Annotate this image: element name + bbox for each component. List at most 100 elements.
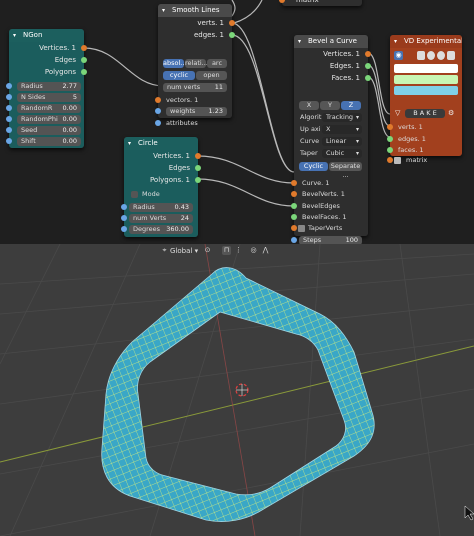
socket-attributes-in[interactable] [155, 120, 161, 126]
ngon-radius-field[interactable]: Radius 2.77 [17, 82, 81, 91]
proportional-editing-icon[interactable]: ◎ [249, 246, 258, 255]
falloff-icon[interactable]: ⋀ [261, 246, 270, 255]
socket-output[interactable] [365, 63, 371, 69]
socket-input[interactable] [6, 83, 12, 89]
weights-field[interactable]: weights 1.23 [166, 107, 227, 116]
socket-steps-in[interactable] [291, 237, 297, 243]
separate-button[interactable]: Separate ... [329, 162, 362, 179]
node-title: VD Experimental [404, 37, 462, 45]
mode-checkbox[interactable] [131, 191, 138, 198]
socket-edges-in[interactable] [387, 136, 393, 142]
open-button[interactable]: open [196, 71, 227, 80]
mode-relative-button[interactable]: relati... [185, 59, 208, 68]
num-verts-field[interactable]: num verts 11 [163, 83, 227, 92]
ngon-randomr-field[interactable]: RandomR 0.00 [17, 104, 81, 113]
curve-dropdown[interactable]: Linear ▾ [322, 137, 362, 146]
socket-verts-in[interactable] [387, 124, 393, 130]
smooth-lines-node[interactable]: ▾ Smooth Lines verts. 1 edges. 1 absol...… [155, 4, 235, 127]
bake-settings-icon[interactable]: ⚙ [448, 109, 457, 118]
circle-header[interactable]: ▾ Circle [124, 137, 198, 150]
node-editor[interactable]: matrix ▾ NGon Vertices. 1 Edges Polygons … [0, 0, 474, 244]
socket-output[interactable] [195, 153, 201, 159]
socket-output[interactable] [81, 57, 87, 63]
collapse-chevron-icon[interactable]: ▾ [394, 35, 397, 48]
snap-settings-icon[interactable]: ⋮ [234, 246, 243, 255]
pivot-point-icon[interactable]: ⊙ [203, 246, 212, 255]
ngon-randomphi-field[interactable]: RandomPhi 0.00 [17, 115, 81, 124]
circle-degrees-field[interactable]: Degrees 360.00 [129, 225, 193, 234]
ngon-header[interactable]: ▾ NGon [9, 29, 84, 42]
socket-curve-in[interactable] [291, 180, 297, 186]
socket-faces-in[interactable] [387, 147, 393, 153]
collapse-chevron-icon[interactable]: ▾ [13, 29, 16, 42]
socket-vectors-in[interactable] [155, 97, 161, 103]
circle-node[interactable]: ▾ Circle Vertices. 1 Edges Polygons. 1 Mo… [121, 137, 201, 237]
socket-matrix-in[interactable] [387, 157, 393, 163]
taper-dropdown[interactable]: Cubic ▾ [322, 149, 362, 158]
up-axis-dropdown[interactable]: X ▾ [322, 125, 362, 134]
3d-viewport[interactable]: ⌖ Global ▾ ⊙ ⊓ ⋮ ◎ ⋀ [0, 244, 474, 536]
socket-output[interactable] [195, 177, 201, 183]
socket-input[interactable] [6, 94, 12, 100]
circle-num-verts-field[interactable]: num Verts 24 [129, 214, 193, 223]
vd-header[interactable]: ▾ VD Experimental [390, 35, 462, 48]
steps-field[interactable]: Steps 100 [299, 236, 362, 244]
top-partial-node[interactable]: matrix [279, 0, 362, 6]
face-color-swatch[interactable] [394, 86, 458, 95]
render-toggle-icon[interactable] [437, 51, 445, 60]
circle-radius-field[interactable]: Radius 0.43 [129, 203, 193, 212]
collapse-chevron-icon[interactable]: ▾ [298, 35, 301, 48]
collapse-chevron-icon[interactable]: ▾ [162, 4, 165, 17]
socket-input[interactable] [121, 215, 127, 221]
vd-experimental-node[interactable]: ▾ VD Experimental ◉ ▽ B A K E ⚙ verts. 1 … [387, 35, 462, 164]
circle-output-vertices: Vertices. 1 [124, 150, 201, 162]
bake-icon[interactable]: ▽ [395, 109, 403, 117]
socket-bevelfaces-in[interactable] [291, 214, 297, 220]
bevel-header[interactable]: ▾ Bevel a Curve [294, 35, 368, 48]
circle-output-edges: Edges [124, 162, 201, 174]
socket-beveledges-in[interactable] [291, 203, 297, 209]
vertex-color-swatch[interactable] [394, 64, 458, 73]
cyclic-button[interactable]: cyclic [163, 71, 195, 80]
ngon-seed-field[interactable]: Seed 0.00 [17, 126, 81, 135]
socket-input[interactable] [6, 127, 12, 133]
mode-arc-button[interactable]: arc [207, 59, 227, 68]
socket-output[interactable] [81, 69, 87, 75]
socket-output[interactable] [229, 20, 235, 26]
link-bevel-vd-edges [367, 64, 391, 127]
socket-taperverts-in[interactable] [291, 225, 297, 231]
edge-color-swatch[interactable] [394, 75, 458, 84]
socket-output[interactable] [81, 45, 87, 51]
socket-input[interactable] [6, 116, 12, 122]
socket-output[interactable] [195, 165, 201, 171]
ngon-node[interactable]: ▾ NGon Vertices. 1 Edges Polygons Radius 2… [6, 29, 87, 148]
ngon-nsides-field[interactable]: N Sides 5 [17, 93, 81, 102]
wireframe-toggle-icon[interactable] [417, 51, 425, 60]
snap-toggle-icon[interactable]: ⊓ [222, 246, 231, 255]
collapse-chevron-icon[interactable]: ▾ [128, 137, 131, 150]
cyclic-button[interactable]: Cyclic [299, 162, 328, 171]
settings-toggle-icon[interactable] [447, 51, 455, 60]
smooth-lines-header[interactable]: ▾ Smooth Lines [158, 4, 232, 17]
shading-toggle-icon[interactable] [427, 51, 435, 60]
algorithm-dropdown[interactable]: Tracking ▾ [322, 113, 362, 122]
socket-output[interactable] [365, 75, 371, 81]
eye-icon[interactable]: ◉ [394, 51, 403, 60]
orientation-dropdown[interactable]: Global ▾ [170, 246, 198, 256]
bake-button[interactable]: B A K E [405, 109, 445, 118]
socket-input[interactable] [121, 226, 127, 232]
input-matrix-label: matrix [406, 156, 428, 164]
socket-weights-in[interactable] [155, 108, 161, 114]
bevel-curve-node[interactable]: ▾ Bevel a Curve Vertices. 1 Edges. 1 Face… [291, 35, 371, 244]
socket-input[interactable] [6, 138, 12, 144]
axis-y-button[interactable]: Y [320, 101, 340, 110]
socket-input[interactable] [121, 204, 127, 210]
socket-output[interactable] [365, 51, 371, 57]
socket-output[interactable] [229, 32, 235, 38]
axis-z-button[interactable]: Z [341, 101, 361, 110]
axis-x-button[interactable]: X [299, 101, 319, 110]
socket-bevelverts-in[interactable] [291, 191, 297, 197]
socket-input[interactable] [6, 105, 12, 111]
ngon-shift-field[interactable]: Shift 0.00 [17, 137, 81, 146]
mode-absolute-button[interactable]: absol... [163, 59, 186, 68]
